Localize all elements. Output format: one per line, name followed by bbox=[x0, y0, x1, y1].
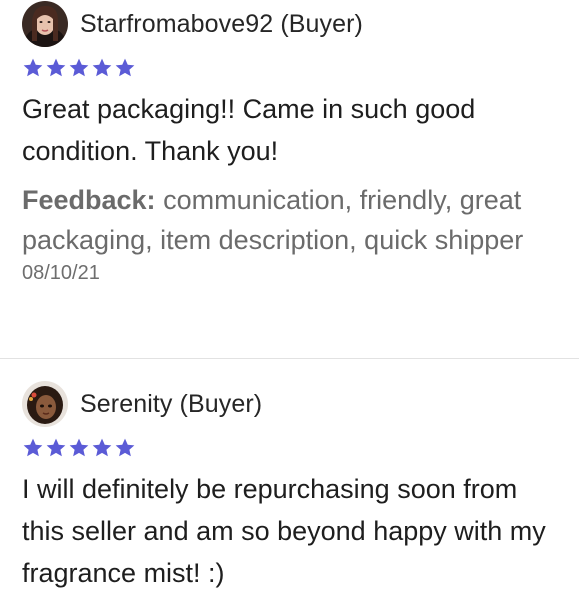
rating-stars bbox=[22, 56, 557, 80]
review-header: Starfromabove92 (Buyer) bbox=[22, 0, 557, 48]
avatar[interactable] bbox=[22, 1, 68, 47]
star-icon bbox=[69, 58, 89, 77]
review-comment: Great packaging!! Came in such good cond… bbox=[22, 94, 476, 166]
star-icon bbox=[23, 438, 43, 457]
review-header: Serenity (Buyer) bbox=[22, 380, 557, 428]
star-icon bbox=[92, 58, 112, 77]
reviewer-name[interactable]: Starfromabove92 (Buyer) bbox=[80, 10, 363, 39]
reviewer-name[interactable]: Serenity (Buyer) bbox=[80, 390, 262, 419]
feedback-section: Feedback: communication, friendly, great… bbox=[22, 180, 557, 260]
star-icon bbox=[115, 58, 135, 77]
star-icon bbox=[92, 438, 112, 457]
review-comment: I will definitely be repurchasing soon f… bbox=[22, 474, 546, 588]
review-date: 08/10/21 bbox=[22, 262, 100, 284]
star-icon bbox=[46, 438, 66, 457]
star-icon bbox=[115, 438, 135, 457]
star-icon bbox=[69, 438, 89, 457]
review-card: Serenity (Buyer) I will definitely be re… bbox=[0, 358, 579, 594]
feedback-label: Feedback: bbox=[22, 185, 156, 215]
review-card: Starfromabove92 (Buyer) Great packaging!… bbox=[0, 0, 579, 358]
star-icon bbox=[46, 58, 66, 77]
star-icon bbox=[23, 58, 43, 77]
rating-stars bbox=[22, 436, 557, 460]
avatar[interactable] bbox=[22, 381, 68, 427]
